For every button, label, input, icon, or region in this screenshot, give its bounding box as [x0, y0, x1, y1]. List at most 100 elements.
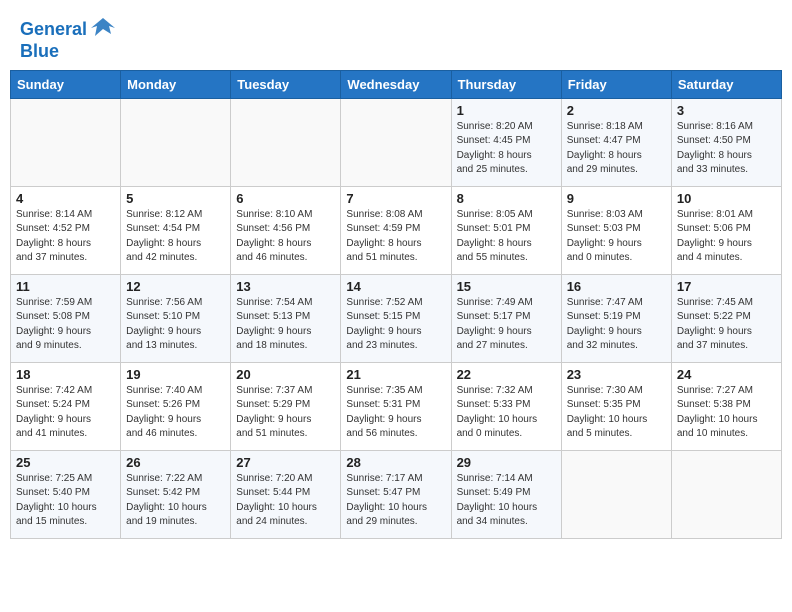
calendar-row: 25Sunrise: 7:25 AM Sunset: 5:40 PM Dayli… [11, 450, 782, 538]
header-saturday: Saturday [671, 70, 781, 98]
day-number: 19 [126, 367, 225, 382]
table-row: 3 Sunrise: 8:16 AM Sunset: 4:50 PM Daylig… [671, 98, 781, 186]
logo-bird-icon [89, 14, 117, 42]
weekday-header-row: Sunday Monday Tuesday Wednesday Thursday… [11, 70, 782, 98]
day-number: 9 [567, 191, 666, 206]
day-number: 5 [126, 191, 225, 206]
day-info: Sunrise: 7:49 AM Sunset: 5:17 PM Dayligh… [457, 296, 556, 354]
day-info: Sunrise: 8:16 AM Sunset: 4:50 PM Dayligh… [677, 120, 776, 178]
table-row: 17Sunrise: 7:45 AM Sunset: 5:22 PM Dayli… [671, 274, 781, 362]
calendar-wrapper: Sunday Monday Tuesday Wednesday Thursday… [0, 70, 792, 549]
day-info: Sunrise: 8:03 AM Sunset: 5:03 PM Dayligh… [567, 208, 666, 266]
logo-text-blue: Blue [20, 42, 59, 62]
table-row: 29 Sunrise: 7:14 AM Sunset: 5:49 PM Dayli… [451, 450, 561, 538]
table-row: 21 Sunrise: 7:35 AM Sunset: 5:31 PM Dayli… [341, 362, 451, 450]
table-row: 24Sunrise: 7:27 AM Sunset: 5:38 PM Dayli… [671, 362, 781, 450]
page: General Blue Sunday Monday [0, 0, 792, 612]
calendar-row: 4 Sunrise: 8:14 AM Sunset: 4:52 PM Daylig… [11, 186, 782, 274]
day-number: 25 [16, 455, 115, 470]
table-row: 28 Sunrise: 7:17 AM Sunset: 5:47 PM Dayli… [341, 450, 451, 538]
calendar-row: 11 Sunrise: 7:59 AM Sunset: 5:08 PM Dayli… [11, 274, 782, 362]
table-row: 14Sunrise: 7:52 AM Sunset: 5:15 PM Dayli… [341, 274, 451, 362]
table-row: 18 Sunrise: 7:42 AM Sunset: 5:24 PM Dayli… [11, 362, 121, 450]
header: General Blue [0, 0, 792, 70]
day-info: Sunrise: 7:20 AM Sunset: 5:44 PM Dayligh… [236, 472, 335, 530]
day-number: 13 [236, 279, 335, 294]
day-info: Sunrise: 8:01 AM Sunset: 5:06 PM Dayligh… [677, 208, 776, 266]
table-row [561, 450, 671, 538]
table-row [231, 98, 341, 186]
day-info: Sunrise: 7:27 AM Sunset: 5:38 PM Dayligh… [677, 384, 776, 442]
table-row: 20 Sunrise: 7:37 AM Sunset: 5:29 PM Dayli… [231, 362, 341, 450]
table-row: 12Sunrise: 7:56 AM Sunset: 5:10 PM Dayli… [121, 274, 231, 362]
day-number: 1 [457, 103, 556, 118]
table-row: 25Sunrise: 7:25 AM Sunset: 5:40 PM Dayli… [11, 450, 121, 538]
day-info: Sunrise: 7:37 AM Sunset: 5:29 PM Dayligh… [236, 384, 335, 442]
table-row: 8 Sunrise: 8:05 AM Sunset: 5:01 PM Daylig… [451, 186, 561, 274]
day-number: 2 [567, 103, 666, 118]
day-info: Sunrise: 7:54 AM Sunset: 5:13 PM Dayligh… [236, 296, 335, 354]
day-number: 8 [457, 191, 556, 206]
day-info: Sunrise: 7:47 AM Sunset: 5:19 PM Dayligh… [567, 296, 666, 354]
table-row: 5 Sunrise: 8:12 AM Sunset: 4:54 PM Daylig… [121, 186, 231, 274]
day-info: Sunrise: 8:14 AM Sunset: 4:52 PM Dayligh… [16, 208, 115, 266]
day-info: Sunrise: 7:56 AM Sunset: 5:10 PM Dayligh… [126, 296, 225, 354]
day-number: 17 [677, 279, 776, 294]
day-number: 11 [16, 279, 115, 294]
table-row: 15Sunrise: 7:49 AM Sunset: 5:17 PM Dayli… [451, 274, 561, 362]
day-info: Sunrise: 7:59 AM Sunset: 5:08 PM Dayligh… [16, 296, 115, 354]
day-info: Sunrise: 8:10 AM Sunset: 4:56 PM Dayligh… [236, 208, 335, 266]
day-number: 26 [126, 455, 225, 470]
table-row: 16 Sunrise: 7:47 AM Sunset: 5:19 PM Dayli… [561, 274, 671, 362]
day-number: 6 [236, 191, 335, 206]
table-row: 7 Sunrise: 8:08 AM Sunset: 4:59 PM Daylig… [341, 186, 451, 274]
day-number: 28 [346, 455, 445, 470]
header-wednesday: Wednesday [341, 70, 451, 98]
day-number: 16 [567, 279, 666, 294]
day-number: 22 [457, 367, 556, 382]
table-row: 26Sunrise: 7:22 AM Sunset: 5:42 PM Dayli… [121, 450, 231, 538]
day-info: Sunrise: 8:20 AM Sunset: 4:45 PM Dayligh… [457, 120, 556, 178]
table-row: 9 Sunrise: 8:03 AM Sunset: 5:03 PM Daylig… [561, 186, 671, 274]
day-number: 14 [346, 279, 445, 294]
header-thursday: Thursday [451, 70, 561, 98]
header-tuesday: Tuesday [231, 70, 341, 98]
day-number: 3 [677, 103, 776, 118]
calendar-table: Sunday Monday Tuesday Wednesday Thursday… [10, 70, 782, 539]
table-row: 11 Sunrise: 7:59 AM Sunset: 5:08 PM Dayli… [11, 274, 121, 362]
table-row: 13 Sunrise: 7:54 AM Sunset: 5:13 PM Dayli… [231, 274, 341, 362]
table-row: 4 Sunrise: 8:14 AM Sunset: 4:52 PM Daylig… [11, 186, 121, 274]
day-number: 7 [346, 191, 445, 206]
table-row: 10 Sunrise: 8:01 AM Sunset: 5:06 PM Dayli… [671, 186, 781, 274]
day-info: Sunrise: 7:40 AM Sunset: 5:26 PM Dayligh… [126, 384, 225, 442]
day-info: Sunrise: 7:30 AM Sunset: 5:35 PM Dayligh… [567, 384, 666, 442]
logo: General Blue [20, 18, 117, 62]
day-number: 29 [457, 455, 556, 470]
table-row [11, 98, 121, 186]
table-row [671, 450, 781, 538]
day-info: Sunrise: 7:14 AM Sunset: 5:49 PM Dayligh… [457, 472, 556, 530]
day-info: Sunrise: 7:35 AM Sunset: 5:31 PM Dayligh… [346, 384, 445, 442]
day-info: Sunrise: 7:17 AM Sunset: 5:47 PM Dayligh… [346, 472, 445, 530]
day-info: Sunrise: 7:42 AM Sunset: 5:24 PM Dayligh… [16, 384, 115, 442]
day-number: 18 [16, 367, 115, 382]
day-info: Sunrise: 8:08 AM Sunset: 4:59 PM Dayligh… [346, 208, 445, 266]
day-info: Sunrise: 8:05 AM Sunset: 5:01 PM Dayligh… [457, 208, 556, 266]
day-number: 20 [236, 367, 335, 382]
day-number: 21 [346, 367, 445, 382]
calendar-row: 1 Sunrise: 8:20 AM Sunset: 4:45 PM Daylig… [11, 98, 782, 186]
logo-text: General [20, 20, 87, 40]
table-row: 6 Sunrise: 8:10 AM Sunset: 4:56 PM Daylig… [231, 186, 341, 274]
day-info: Sunrise: 8:12 AM Sunset: 4:54 PM Dayligh… [126, 208, 225, 266]
day-number: 23 [567, 367, 666, 382]
header-friday: Friday [561, 70, 671, 98]
table-row: 2Sunrise: 8:18 AM Sunset: 4:47 PM Daylig… [561, 98, 671, 186]
table-row: 19 Sunrise: 7:40 AM Sunset: 5:26 PM Dayli… [121, 362, 231, 450]
day-number: 10 [677, 191, 776, 206]
day-number: 4 [16, 191, 115, 206]
table-row: 22Sunrise: 7:32 AM Sunset: 5:33 PM Dayli… [451, 362, 561, 450]
table-row [341, 98, 451, 186]
table-row: 23 Sunrise: 7:30 AM Sunset: 5:35 PM Dayli… [561, 362, 671, 450]
table-row [121, 98, 231, 186]
day-number: 27 [236, 455, 335, 470]
